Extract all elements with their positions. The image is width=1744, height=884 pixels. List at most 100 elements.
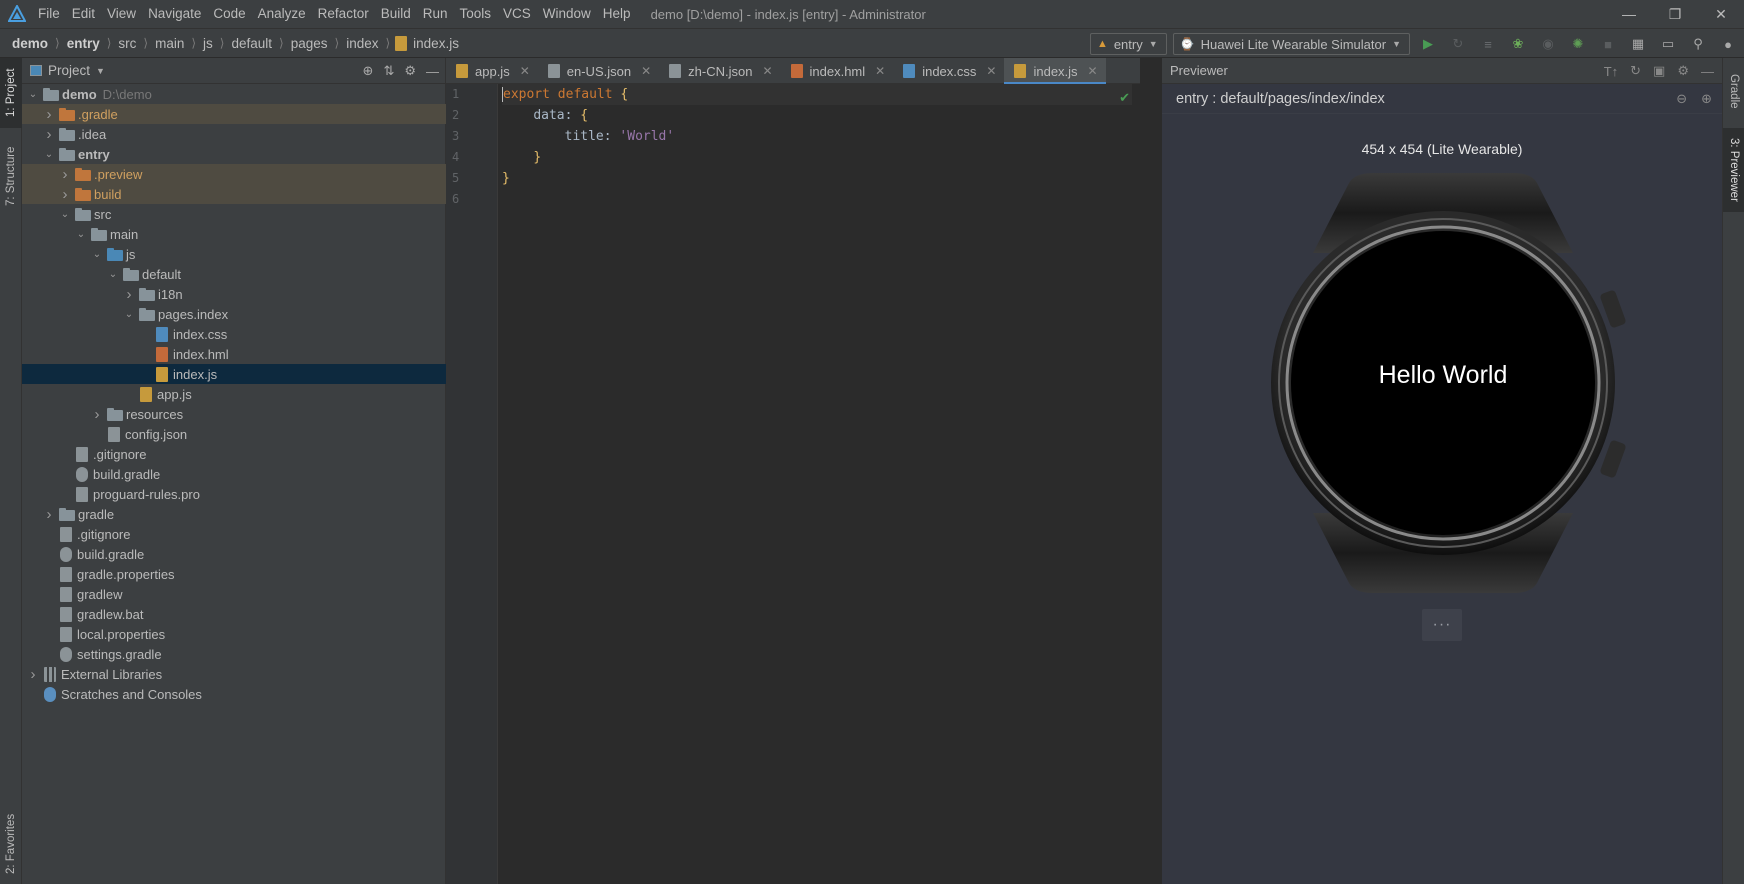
- menu-item-view[interactable]: View: [101, 0, 142, 28]
- tree-item[interactable]: build.gradle: [22, 544, 446, 564]
- menu-item-navigate[interactable]: Navigate: [142, 0, 207, 28]
- project-structure-icon[interactable]: ▦: [1626, 32, 1650, 56]
- tree-item[interactable]: Scratches and Consoles: [22, 684, 446, 704]
- tree-item[interactable]: › resources: [22, 404, 446, 424]
- chevron-down-icon[interactable]: ⌄: [42, 149, 56, 160]
- tree-item[interactable]: › .preview: [22, 164, 446, 184]
- editor-tab[interactable]: en-US.json ✕: [538, 58, 659, 84]
- restore-button[interactable]: ❐: [1652, 0, 1698, 28]
- close-window-button[interactable]: ✕: [1698, 0, 1744, 28]
- close-icon[interactable]: ✕: [520, 64, 530, 78]
- chevron-right-icon[interactable]: ›: [42, 126, 56, 143]
- chevron-down-icon[interactable]: ⌄: [58, 209, 72, 220]
- device-manager-icon[interactable]: ▭: [1656, 32, 1680, 56]
- tree-item[interactable]: ⌄ default: [22, 264, 446, 284]
- hide-icon[interactable]: —: [1701, 64, 1714, 79]
- close-icon[interactable]: ✕: [641, 64, 651, 78]
- chevron-down-icon[interactable]: ⌄: [122, 309, 136, 320]
- locate-icon[interactable]: ⊕: [363, 63, 374, 79]
- menu-item-help[interactable]: Help: [597, 0, 637, 28]
- code-area[interactable]: export default { data: { title: 'World' …: [502, 84, 1132, 210]
- tree-item[interactable]: gradlew.bat: [22, 604, 446, 624]
- zoom-in-icon[interactable]: ⊕: [1701, 91, 1712, 107]
- chevron-right-icon[interactable]: ›: [42, 506, 56, 523]
- tree-item[interactable]: › build: [22, 184, 446, 204]
- tree-item[interactable]: gradle.properties: [22, 564, 446, 584]
- tab-favorites[interactable]: 2: Favorites: [0, 804, 22, 884]
- tree-item[interactable]: › External Libraries: [22, 664, 446, 684]
- menu-item-vcs[interactable]: VCS: [497, 0, 537, 28]
- breadcrumb-item[interactable]: pages: [289, 36, 330, 51]
- breadcrumb-item[interactable]: index.js: [411, 36, 461, 51]
- chevron-down-icon[interactable]: ▼: [96, 66, 105, 76]
- menu-item-tools[interactable]: Tools: [454, 0, 498, 28]
- chevron-right-icon[interactable]: ›: [58, 186, 72, 203]
- collapse-all-icon[interactable]: ⇅: [383, 63, 394, 79]
- tree-item[interactable]: › .gradle: [22, 104, 446, 124]
- close-icon[interactable]: ✕: [1088, 64, 1098, 78]
- tree-item[interactable]: local.properties: [22, 624, 446, 644]
- minimize-button[interactable]: —: [1606, 0, 1652, 28]
- tree-item[interactable]: › .idea: [22, 124, 446, 144]
- tree-item[interactable]: .gitignore: [22, 524, 446, 544]
- close-icon[interactable]: ✕: [875, 64, 885, 78]
- breadcrumb-item[interactable]: default: [229, 36, 274, 51]
- tree-item[interactable]: config.json: [22, 424, 446, 444]
- menu-item-window[interactable]: Window: [537, 0, 597, 28]
- chevron-right-icon[interactable]: ›: [26, 666, 40, 683]
- breadcrumb-item[interactable]: src: [116, 36, 138, 51]
- editor-tab[interactable]: index.css ✕: [893, 58, 1004, 84]
- tree-item[interactable]: ⌄ entry: [22, 144, 446, 164]
- module-combo[interactable]: ▲ entry ▼: [1089, 33, 1167, 55]
- breadcrumb-item[interactable]: demo: [10, 36, 50, 51]
- menu-item-refactor[interactable]: Refactor: [312, 0, 375, 28]
- tree-item[interactable]: index.hml: [22, 344, 446, 364]
- attach-debugger-icon[interactable]: ◉: [1536, 32, 1560, 56]
- gear-icon[interactable]: ⚙: [404, 63, 416, 79]
- stop-icon[interactable]: ■: [1596, 32, 1620, 56]
- account-icon[interactable]: ●: [1716, 32, 1740, 56]
- tree-item[interactable]: .gitignore: [22, 444, 446, 464]
- profile-icon[interactable]: ✺: [1566, 32, 1590, 56]
- editor-tab[interactable]: index.hml ✕: [781, 58, 894, 84]
- debug-icon[interactable]: ❀: [1506, 32, 1530, 56]
- menu-item-run[interactable]: Run: [417, 0, 454, 28]
- more-options-button[interactable]: ···: [1422, 609, 1462, 641]
- chevron-down-icon[interactable]: ⌄: [26, 89, 40, 100]
- reload-list-icon[interactable]: ≡: [1476, 32, 1500, 56]
- run-icon[interactable]: ▶: [1416, 32, 1440, 56]
- project-panel-title[interactable]: Project: [48, 63, 90, 78]
- font-size-icon[interactable]: T↑: [1604, 64, 1618, 79]
- breadcrumb-item[interactable]: js: [201, 36, 215, 51]
- search-icon[interactable]: ⚲: [1686, 32, 1710, 56]
- tab-structure[interactable]: 7: Structure: [0, 136, 22, 216]
- editor-tab[interactable]: app.js ✕: [446, 58, 538, 84]
- close-icon[interactable]: ✕: [986, 64, 996, 78]
- menu-item-file[interactable]: File: [32, 0, 66, 28]
- tree-item[interactable]: index.css: [22, 324, 446, 344]
- tree-item[interactable]: › i18n: [22, 284, 446, 304]
- editor-tab[interactable]: index.js ✕: [1004, 58, 1106, 85]
- rerun-icon[interactable]: ↻: [1446, 32, 1470, 56]
- tree-item[interactable]: settings.gradle: [22, 644, 446, 664]
- close-icon[interactable]: ✕: [762, 64, 772, 78]
- zoom-out-icon[interactable]: ⊖: [1676, 91, 1687, 107]
- tree-item[interactable]: ⌄ demo D:\demo: [22, 84, 446, 104]
- chevron-down-icon[interactable]: ⌄: [106, 269, 120, 280]
- tree-item[interactable]: › gradle: [22, 504, 446, 524]
- breadcrumb-item[interactable]: index: [344, 36, 380, 51]
- chevron-down-icon[interactable]: ⌄: [90, 249, 104, 260]
- menu-item-code[interactable]: Code: [207, 0, 251, 28]
- chevron-right-icon[interactable]: ›: [122, 286, 136, 303]
- tree-item[interactable]: build.gradle: [22, 464, 446, 484]
- editor-tab[interactable]: zh-CN.json ✕: [659, 58, 780, 84]
- menu-item-analyze[interactable]: Analyze: [252, 0, 312, 28]
- multi-device-icon[interactable]: ▣: [1653, 63, 1665, 79]
- chevron-right-icon[interactable]: ›: [58, 166, 72, 183]
- tree-item[interactable]: gradlew: [22, 584, 446, 604]
- tab-gradle[interactable]: Gradle: [1723, 58, 1744, 124]
- breadcrumb-item[interactable]: entry: [65, 36, 102, 51]
- tree-item[interactable]: ⌄ main: [22, 224, 446, 244]
- tab-previewer[interactable]: 3: Previewer: [1723, 128, 1744, 212]
- hide-icon[interactable]: —: [426, 64, 439, 79]
